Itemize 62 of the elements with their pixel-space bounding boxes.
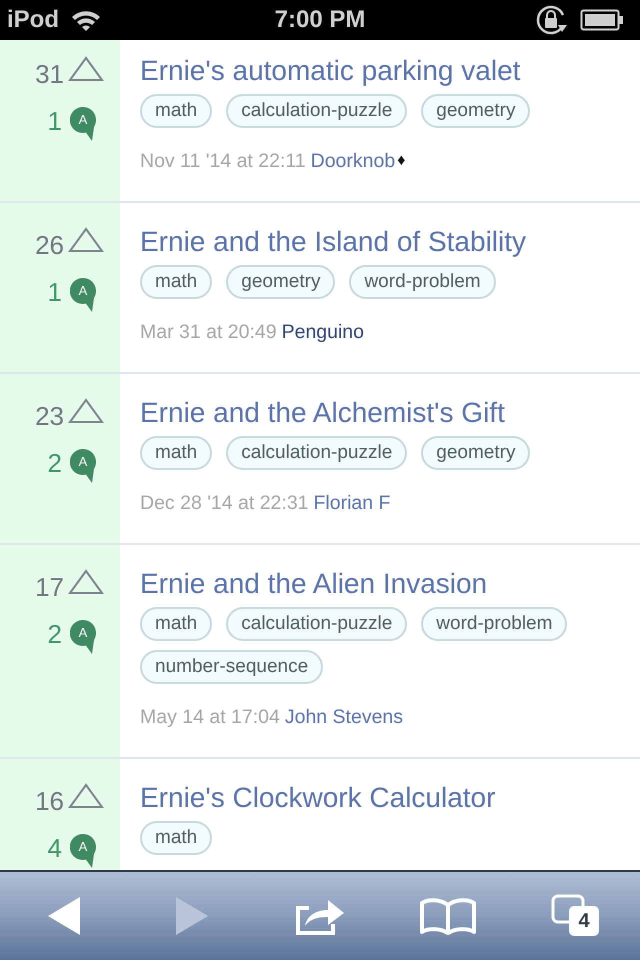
- asked-date: Nov 11 '14 at 22:11: [140, 149, 306, 173]
- answer-count: 2: [48, 448, 62, 478]
- tag-chip[interactable]: calculation-puzzle: [226, 436, 408, 470]
- author-link[interactable]: Florian F: [314, 491, 390, 515]
- back-button[interactable]: [48, 897, 80, 935]
- tag-chip[interactable]: geometry: [421, 436, 530, 470]
- share-button[interactable]: [295, 897, 345, 935]
- answer-count: 4: [48, 833, 62, 863]
- upvote-icon[interactable]: [68, 783, 104, 809]
- answer-badge: A: [70, 278, 96, 312]
- asked-date: May 14 at 17:04: [140, 705, 280, 729]
- tag-chip[interactable]: math: [140, 265, 212, 299]
- answer-count: 2: [48, 619, 62, 649]
- back-icon: [48, 897, 80, 935]
- tab-count-badge: 4: [569, 906, 599, 936]
- tag-chip[interactable]: calculation-puzzle: [226, 607, 408, 641]
- book-icon: [419, 897, 477, 935]
- question-title-link[interactable]: Ernie and the Island of Stability: [140, 225, 526, 259]
- answer-badge: A: [70, 107, 96, 141]
- vote-count: 26: [35, 231, 64, 259]
- tag-chip[interactable]: geometry: [421, 94, 530, 128]
- tag-chip[interactable]: math: [140, 94, 212, 128]
- question-title-link[interactable]: Ernie's Clockwork Calculator: [140, 781, 496, 815]
- tag-chip[interactable]: word-problem: [349, 265, 496, 299]
- wifi-icon: [71, 9, 101, 31]
- question-title-link[interactable]: Ernie's automatic parking valet: [140, 54, 520, 88]
- asked-date: Mar 31 at 20:49: [140, 320, 277, 344]
- upvote-icon[interactable]: [68, 227, 104, 253]
- answer-badge: A: [70, 834, 96, 868]
- vote-count: 31: [35, 60, 64, 88]
- clock-time: 7:00 PM: [274, 5, 366, 35]
- tag-chip[interactable]: number-sequence: [140, 650, 324, 684]
- tag-chip[interactable]: geometry: [226, 265, 336, 299]
- answer-badge: A: [70, 620, 96, 654]
- vote-count: 23: [35, 402, 64, 430]
- answer-count: 1: [48, 277, 62, 307]
- rotation-lock-icon: [534, 3, 568, 37]
- author-link[interactable]: Doorknob: [310, 149, 396, 173]
- vote-count: 17: [35, 573, 64, 601]
- vote-count: 16: [35, 787, 64, 815]
- battery-icon: [580, 9, 624, 31]
- answer-badge: A: [70, 449, 96, 483]
- moderator-label: ♦: [397, 151, 406, 171]
- tabs-button[interactable]: 4: [551, 894, 601, 938]
- upvote-icon[interactable]: [68, 569, 104, 595]
- asked-date: Dec 28 '14 at 22:31: [140, 491, 309, 515]
- share-icon: [295, 897, 345, 935]
- forward-icon: [176, 897, 208, 935]
- question-title-link[interactable]: Ernie and the Alchemist's Gift: [140, 396, 505, 430]
- answer-count: 1: [48, 106, 62, 136]
- tag-chip[interactable]: word-problem: [421, 607, 568, 641]
- tag-chip[interactable]: math: [140, 607, 212, 641]
- author-link[interactable]: John Stevens: [284, 705, 404, 729]
- carrier-label: iPod: [7, 5, 59, 35]
- upvote-icon[interactable]: [68, 56, 104, 82]
- bookmarks-button[interactable]: [419, 897, 477, 935]
- author-link[interactable]: Penguino: [282, 320, 364, 344]
- upvote-icon[interactable]: [68, 398, 104, 424]
- tag-chip[interactable]: math: [140, 821, 212, 855]
- tag-chip[interactable]: math: [140, 436, 212, 470]
- tag-chip[interactable]: calculation-puzzle: [226, 94, 408, 128]
- question-title-link[interactable]: Ernie and the Alien Invasion: [140, 567, 488, 601]
